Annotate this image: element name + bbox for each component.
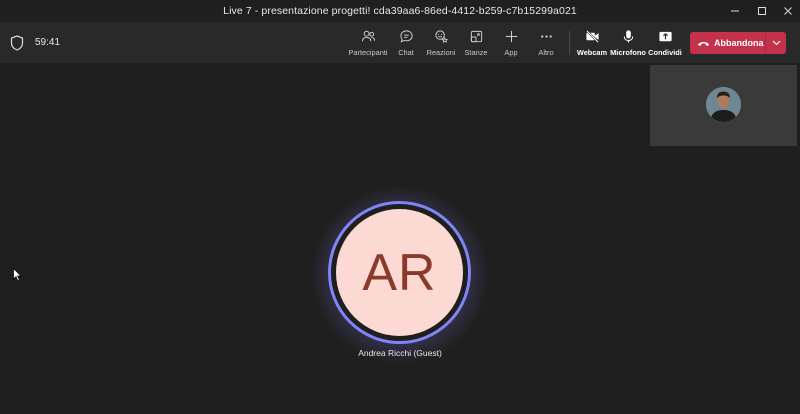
chat-button[interactable]: Chat [386, 28, 426, 60]
rooms-button[interactable]: Stanze [456, 28, 496, 60]
minimize-button[interactable] [722, 0, 748, 22]
leave-label: Abbandona [714, 38, 764, 48]
person-photo-icon [706, 87, 741, 122]
reactions-icon [434, 30, 448, 43]
participant-avatar: AR [336, 209, 463, 336]
more-label: Altro [538, 48, 554, 57]
self-video-preview[interactable] [650, 65, 797, 146]
participant-avatar-ring[interactable]: AR [328, 201, 471, 344]
chat-label: Chat [398, 48, 414, 57]
leave-button[interactable]: Abbandona [690, 32, 765, 54]
participant-name: Andrea Ricchi (Guest) [358, 348, 442, 358]
apps-label: App [504, 48, 518, 57]
chevron-down-icon [772, 40, 780, 46]
minimize-icon [731, 10, 739, 12]
share-button[interactable]: Condividi [645, 28, 685, 60]
plus-icon [505, 30, 517, 43]
participants-label: Partecipanti [348, 48, 388, 57]
microphone-icon [623, 30, 633, 43]
participants-button[interactable]: Partecipanti [348, 28, 388, 60]
share-screen-icon [658, 31, 672, 42]
breakout-rooms-icon [470, 30, 482, 43]
shield-icon[interactable] [10, 35, 24, 51]
microphone-button[interactable]: Microfono [608, 28, 648, 60]
toolbar-divider [569, 31, 570, 55]
meeting-stage: AR Andrea Ricchi (Guest) [0, 63, 800, 414]
close-icon [784, 7, 792, 15]
webcam-label: Webcam [576, 48, 608, 57]
meeting-toolbar: 59:41 Partecipanti Chat Reazioni Stanze … [0, 22, 800, 63]
meeting-timer: 59:41 [35, 37, 61, 48]
leave-button-group: Abbandona [690, 32, 786, 54]
microphone-label: Microfono [610, 48, 646, 57]
share-label: Condividi [648, 48, 682, 57]
mouse-cursor-icon [13, 268, 22, 282]
title-bar: Live 7 - presentazione progetti! cda39aa… [0, 0, 800, 22]
reactions-button[interactable]: Reazioni [421, 28, 461, 60]
participant-initials: AR [362, 243, 437, 302]
rooms-label: Stanze [464, 48, 488, 57]
webcam-button[interactable]: Webcam [572, 28, 612, 60]
camera-off-icon [585, 30, 599, 43]
maximize-icon [758, 7, 766, 15]
more-dots-icon [540, 35, 552, 38]
chat-icon [399, 30, 413, 43]
leave-options-button[interactable] [766, 32, 786, 54]
more-button[interactable]: Altro [526, 28, 566, 60]
window-title: Live 7 - presentazione progetti! cda39aa… [223, 5, 577, 17]
reactions-label: Reazioni [426, 48, 456, 57]
hang-up-icon [698, 41, 709, 46]
maximize-button[interactable] [749, 0, 775, 22]
apps-button[interactable]: App [491, 28, 531, 60]
people-icon [361, 30, 375, 42]
close-button[interactable] [775, 0, 800, 22]
self-avatar [706, 87, 741, 122]
